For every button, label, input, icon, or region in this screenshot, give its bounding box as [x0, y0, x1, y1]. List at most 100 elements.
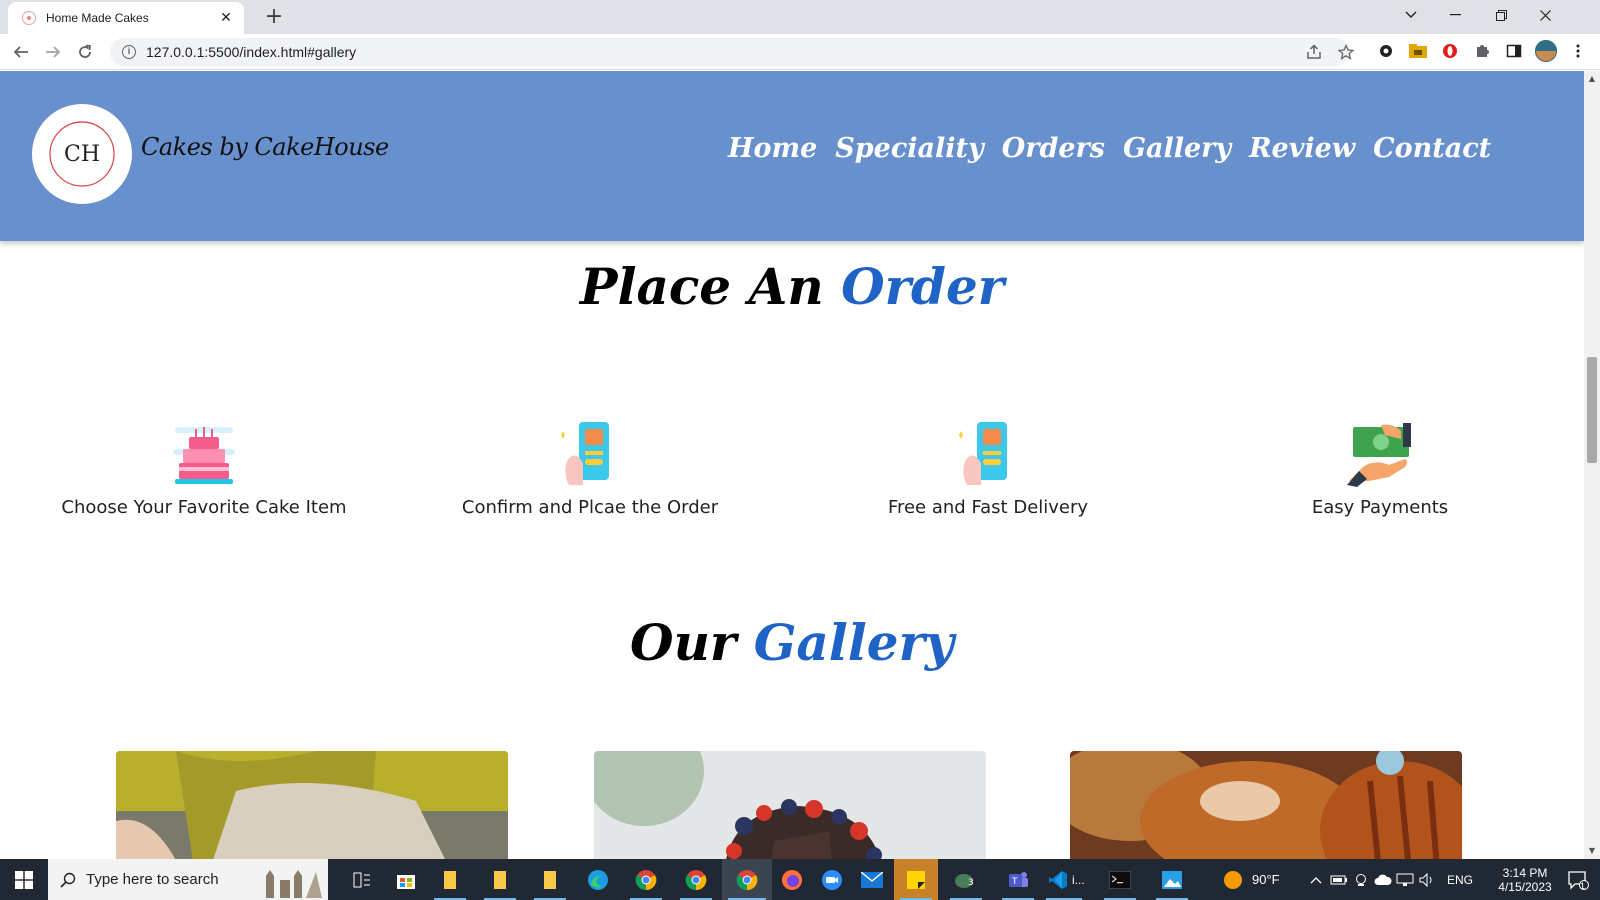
extension-folder-icon[interactable]: [1408, 41, 1428, 61]
browser-menu-icon[interactable]: [1568, 41, 1588, 61]
page-scrollbar[interactable]: ▲ ▼: [1584, 71, 1600, 859]
step-easy-payments: Easy Payments: [1220, 419, 1540, 518]
nav-home[interactable]: Home: [728, 133, 817, 164]
minimize-button[interactable]: [1432, 0, 1478, 30]
share-icon[interactable]: [1304, 42, 1324, 62]
sun-icon: [1224, 870, 1242, 889]
weather-widget[interactable]: 90°F: [1222, 859, 1296, 900]
scroll-down-arrow-icon[interactable]: ▼: [1584, 843, 1600, 859]
order-section-title: Place An Order: [0, 257, 1584, 316]
forward-button[interactable]: [39, 38, 67, 66]
notification-center-icon[interactable]: 1: [1560, 859, 1596, 900]
nav-orders[interactable]: Orders: [1002, 133, 1105, 164]
search-highlight-landmark-icon: [260, 862, 324, 898]
close-window-button[interactable]: [1522, 0, 1568, 30]
mail-icon[interactable]: [852, 859, 892, 900]
phone-order-icon: [555, 419, 625, 489]
brand-name[interactable]: Cakes by CakeHouse: [141, 133, 389, 161]
side-panel-icon[interactable]: [1504, 41, 1524, 61]
file-explorer-icon[interactable]: [528, 859, 572, 900]
clock-time: 3:14 PM: [1502, 865, 1548, 880]
browser-tab[interactable]: Home Made Cakes ✕: [8, 2, 244, 34]
clock-date: 4/15/2023: [1498, 879, 1552, 894]
teams-icon[interactable]: T: [996, 859, 1040, 900]
file-explorer-icon[interactable]: [478, 859, 522, 900]
chrome-icon-active[interactable]: [722, 859, 772, 900]
battery-icon[interactable]: [1328, 859, 1350, 900]
volume-icon[interactable]: [1416, 859, 1438, 900]
step-confirm-order: Confirm and Plcae the Order: [430, 419, 750, 518]
tab-title: Home Made Cakes: [46, 11, 149, 25]
photos-icon[interactable]: [1150, 859, 1194, 900]
terminal-icon[interactable]: [1098, 859, 1142, 900]
reload-button[interactable]: [71, 38, 99, 66]
network-icon[interactable]: [1394, 859, 1416, 900]
step-label: Free and Fast Delivery: [887, 497, 1089, 518]
site-logo[interactable]: CH: [32, 104, 132, 204]
step-label: Choose Your Favorite Cake Item: [61, 497, 347, 518]
gallery-title-accent: Gallery: [753, 613, 954, 672]
bookmark-star-icon[interactable]: [1336, 42, 1356, 62]
edge-browser-icon[interactable]: [576, 859, 620, 900]
nav-review[interactable]: Review: [1249, 133, 1355, 164]
tab-search-icon[interactable]: [1388, 0, 1434, 30]
gallery-photo-berry-cake[interactable]: [594, 751, 986, 859]
nav-contact[interactable]: Contact: [1373, 133, 1491, 164]
opera-extension-icon[interactable]: [1440, 41, 1460, 61]
vscode-icon[interactable]: i...: [1040, 859, 1088, 900]
onedrive-cloud-icon[interactable]: [1372, 859, 1394, 900]
address-bar[interactable]: i 127.0.0.1:5500/index.html#gallery: [110, 38, 1350, 66]
zoom-icon[interactable]: [812, 859, 852, 900]
file-explorer-icon[interactable]: [428, 859, 472, 900]
camera-privacy-icon[interactable]: [1350, 859, 1372, 900]
profile-avatar[interactable]: [1534, 39, 1558, 63]
url-text: 127.0.0.1:5500/index.html#gallery: [146, 44, 357, 60]
site-info-icon[interactable]: i: [122, 45, 136, 59]
firefox-icon[interactable]: [772, 859, 812, 900]
app-icon[interactable]: 3: [944, 859, 988, 900]
step-label: Confirm and Plcae the Order: [461, 497, 719, 518]
chrome-icon[interactable]: [674, 859, 718, 900]
phone-delivery-icon: [953, 419, 1023, 489]
vscode-label: i...: [1072, 872, 1085, 887]
site-favicon-icon: [22, 11, 36, 25]
site-header: CH Cakes by CakeHouse Home Speciality Or…: [0, 71, 1584, 241]
scrollbar-thumb[interactable]: [1587, 357, 1597, 463]
extension-puzzle-dark-icon[interactable]: [1376, 41, 1396, 61]
step-choose-cake: Choose Your Favorite Cake Item: [44, 419, 364, 518]
order-title-plain: Place An: [579, 257, 824, 316]
svg-text:T: T: [1011, 877, 1018, 887]
gallery-section-title: Our Gallery: [0, 613, 1584, 672]
step-label: Easy Payments: [1311, 497, 1449, 518]
sticky-notes-icon[interactable]: [894, 859, 938, 900]
hidden-icons-chevron-icon[interactable]: [1306, 859, 1326, 900]
logo-monogram: CH: [64, 142, 100, 167]
task-view-icon[interactable]: [342, 859, 382, 900]
weather-temperature: 90°F: [1252, 872, 1280, 887]
scroll-up-arrow-icon[interactable]: ▲: [1584, 71, 1600, 87]
order-title-accent: Order: [841, 257, 1005, 316]
new-tab-button[interactable]: +: [262, 4, 286, 30]
windows-start-icon[interactable]: [0, 859, 48, 900]
cash-payment-icon: [1345, 419, 1415, 489]
chrome-icon[interactable]: [624, 859, 668, 900]
clock[interactable]: 3:14 PM 4/15/2023: [1482, 859, 1568, 900]
restore-button[interactable]: [1478, 0, 1524, 30]
taskbar-search-placeholder: Type here to search: [86, 871, 219, 888]
extensions-puzzle-icon[interactable]: [1472, 41, 1492, 61]
windows-taskbar: Type here to search 3 T i... 90°F ENG 3:…: [0, 859, 1600, 900]
cake-icon: [169, 419, 239, 489]
gallery-photo-baking[interactable]: [116, 751, 508, 859]
microsoft-store-icon[interactable]: [386, 859, 426, 900]
gallery-photo-pastries[interactable]: [1070, 751, 1462, 859]
language-indicator[interactable]: ENG: [1442, 859, 1478, 900]
back-button[interactable]: [7, 38, 35, 66]
main-nav: Home Speciality Orders Gallery Review Co…: [728, 133, 1491, 164]
tab-close-icon[interactable]: ✕: [218, 10, 234, 26]
nav-gallery[interactable]: Gallery: [1123, 133, 1231, 164]
page-viewport: CH Cakes by CakeHouse Home Speciality Or…: [0, 71, 1584, 859]
nav-speciality[interactable]: Speciality: [835, 133, 983, 164]
svg-text:3: 3: [968, 878, 974, 888]
taskbar-search-input[interactable]: Type here to search: [48, 859, 328, 900]
step-free-delivery: Free and Fast Delivery: [828, 419, 1148, 518]
